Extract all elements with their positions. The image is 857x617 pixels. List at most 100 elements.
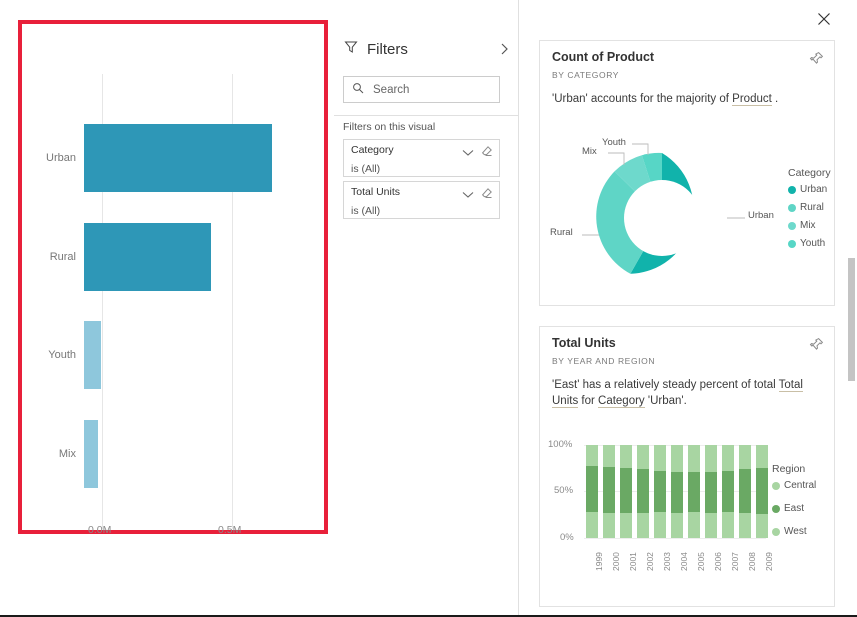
segment-west [620,513,632,538]
segment-east [654,471,666,512]
donut-label-mix: Mix [582,146,597,157]
legend-item-central[interactable]: Central [772,480,816,491]
bar-row[interactable]: Mix [22,420,98,488]
count-of-product-by-category-bar-chart[interactable]: Urban Rural Youth Mix 0.0M 0.5M [22,24,324,536]
x-axis-tick-label: 0.0M [88,524,112,536]
desc-part: 'Urban' accounts for the majority of [552,93,733,105]
stacked-column[interactable] [603,445,615,538]
bar-category-label: Mix [58,448,76,460]
legend-item-east[interactable]: East [772,503,816,514]
close-icon[interactable] [813,8,835,30]
filter-card-total-units[interactable]: Total Units is (All) [343,181,500,219]
bar-rural[interactable] [84,223,211,291]
legend-title: Region [772,463,806,475]
stacked-column[interactable] [654,445,666,538]
stacked-column[interactable] [722,445,734,538]
legend-label: West [784,526,807,537]
bar-category-label: Youth [48,349,76,361]
total-units-stacked-bar-chart[interactable]: 100% 50% 0% 1999 2000 2001 2002 2003 200… [540,435,836,571]
bar-youth[interactable] [84,321,101,389]
chevron-right-icon[interactable] [500,42,510,58]
search-input[interactable]: Search [343,76,500,103]
pin-icon[interactable] [809,337,824,357]
legend-item-mix[interactable]: Mix [788,220,831,231]
x-axis-tick-label: 2008 [747,552,757,571]
stacked-column[interactable] [739,445,751,538]
desc-field-link[interactable]: Product [732,93,772,106]
card-subtitle: BY CATEGORY [552,70,620,80]
segment-west [603,513,615,538]
legend-item-rural[interactable]: Rural [788,202,831,213]
donut-svg[interactable] [572,139,752,297]
donut-label-rural: Rural [550,227,573,238]
insights-pane: Count of Product BY CATEGORY 'Urban' acc… [519,0,857,617]
filters-section-label: Filters on this visual [343,121,436,133]
vertical-scrollbar-thumb[interactable] [848,258,855,381]
vertical-scrollbar[interactable] [846,0,857,617]
desc-part: 'East' has a relatively steady percent o… [552,379,779,391]
y-axis-tick-label: 0% [560,532,574,543]
bar-row[interactable]: Youth [22,321,101,389]
segment-central [620,445,632,468]
segment-east [739,469,751,513]
stacked-column[interactable] [688,445,700,538]
stacked-plot-area[interactable] [584,445,768,538]
insight-card-count-of-product[interactable]: Count of Product BY CATEGORY 'Urban' acc… [539,40,835,306]
legend-item-youth[interactable]: Youth [788,238,831,249]
segment-east [722,471,734,512]
filter-condition: is (All) [351,163,381,175]
segment-west [705,513,717,538]
chevron-down-icon[interactable] [462,186,474,204]
donut-legend: Category Urban Rural Mix Youth [788,167,831,256]
bar-category-label: Urban [46,152,76,164]
x-axis-tick-label: 2001 [628,552,638,571]
bar-row[interactable]: Rural [22,223,211,291]
x-axis-tick-label: 2007 [730,552,740,571]
desc-field-link[interactable]: Category [598,395,645,408]
card-description: 'East' has a relatively steady percent o… [552,377,820,409]
stacked-column[interactable] [705,445,717,538]
segment-east [688,472,700,512]
legend-item-urban[interactable]: Urban [788,184,831,195]
segment-west [654,512,666,538]
y-axis-tick-label: 100% [548,439,573,450]
bar-mix[interactable] [84,420,98,488]
segment-east [586,466,598,512]
chevron-down-icon[interactable] [462,144,474,162]
segment-central [705,445,717,472]
stacked-column[interactable] [620,445,632,538]
segment-east [671,472,683,513]
stacked-column[interactable] [756,445,768,538]
x-axis-tick-label: 2003 [662,552,672,571]
insight-card-total-units[interactable]: Total Units BY YEAR AND REGION 'East' ha… [539,326,835,607]
stacked-column[interactable] [637,445,649,538]
pin-icon[interactable] [809,51,824,71]
segment-central [586,445,598,466]
stacked-column[interactable] [671,445,683,538]
segment-east [756,468,768,514]
segment-central [637,445,649,469]
x-axis-tick-label: 2005 [696,552,706,571]
eraser-icon[interactable] [481,186,493,204]
segment-central [739,445,751,469]
filters-pane: Filters Search Filters on this visual Ca… [334,0,519,617]
bar-urban[interactable] [84,124,272,192]
highlighted-visual-container[interactable]: Urban Rural Youth Mix 0.0M 0.5M [18,20,328,536]
x-axis-tick-label: 2002 [645,552,655,571]
desc-part: for [578,395,599,407]
bar-row[interactable]: Urban [22,124,272,192]
filter-card-category[interactable]: Category is (All) [343,139,500,177]
eraser-icon[interactable] [481,144,493,162]
segment-east [603,467,615,513]
segment-west [722,512,734,538]
desc-part: 'Urban'. [644,395,687,407]
funnel-icon [344,40,358,59]
segment-central [671,445,683,472]
search-icon [352,81,364,99]
x-axis-tick-label: 2006 [713,552,723,571]
legend-item-west[interactable]: West [772,526,816,537]
count-of-product-donut[interactable]: Urban Rural Mix Youth Category Urban Rur… [540,137,836,302]
segment-east [620,468,632,513]
legend-label: Mix [800,220,816,231]
stacked-column[interactable] [586,445,598,538]
